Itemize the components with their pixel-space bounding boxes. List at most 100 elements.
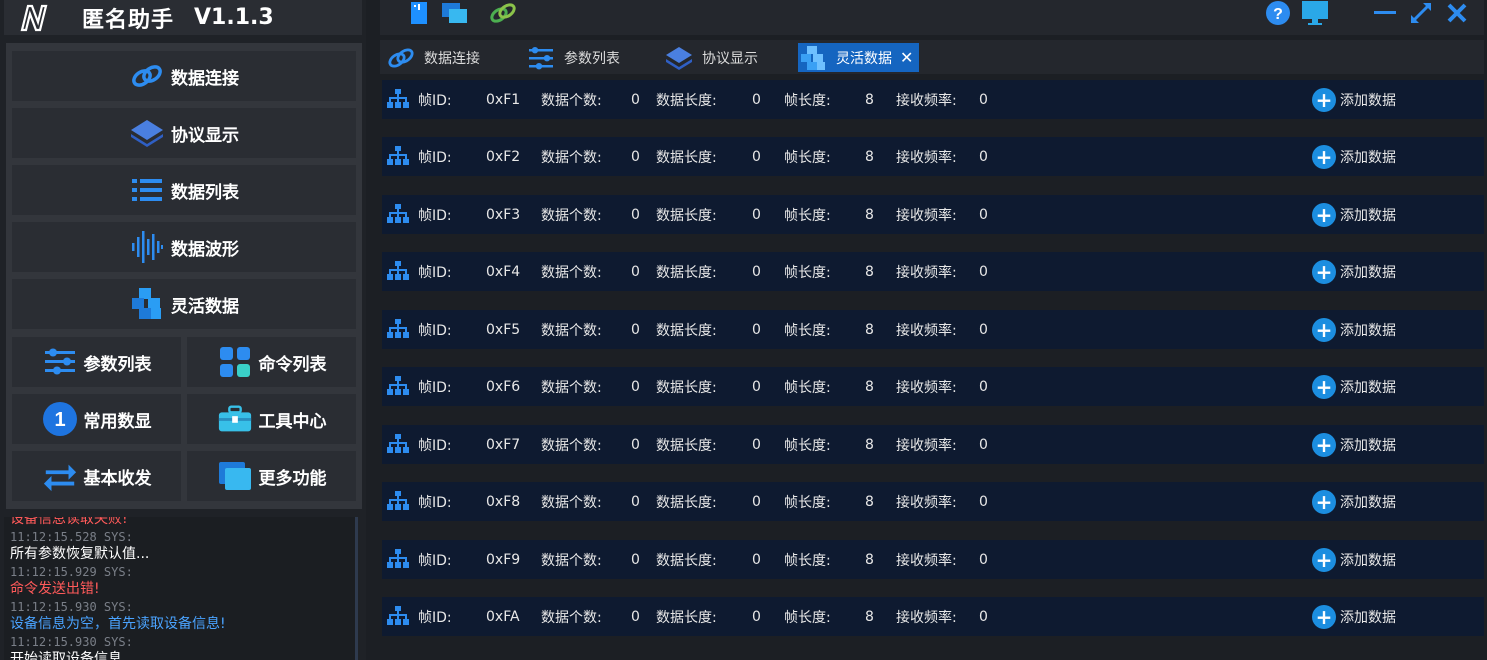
recv-freq-label: 接收频率:	[896, 494, 957, 511]
link-icon[interactable]	[488, 0, 518, 26]
data-count-value: 0	[631, 321, 640, 338]
sitemap-icon	[386, 433, 410, 455]
add-data-label: 添加数据	[1340, 208, 1396, 224]
data-length-label: 数据长度:	[656, 609, 717, 626]
menu-label: 协议显示	[171, 125, 239, 146]
plus-icon: +	[1312, 318, 1336, 342]
log-console[interactable]: 设备信息读取失败! 11:12:15.528 SYS: 所有参数恢复默认值... 11…	[4, 517, 358, 660]
menu-common-display-button[interactable]: 1 常用数显	[12, 394, 181, 444]
menu-command-list-button[interactable]: 命令列表	[187, 337, 356, 387]
data-length-label: 数据长度:	[656, 494, 717, 511]
top-toolbar: ?	[380, 0, 1484, 35]
menu-basic-transceive-button[interactable]: 基本收发	[12, 451, 181, 501]
menu-data-waveform-button[interactable]: 数据波形	[12, 222, 356, 272]
add-data-label: 添加数据	[1340, 438, 1396, 454]
menu-label: 数据波形	[171, 239, 239, 260]
frame-id-label: 帧ID:	[418, 264, 452, 281]
log-timestamp: 11:12:15.929 SYS:	[10, 564, 133, 579]
frame-length-value: 8	[865, 436, 874, 453]
frame-id-label: 帧ID:	[418, 149, 452, 166]
plus-icon: +	[1312, 260, 1336, 284]
data-count-label: 数据个数:	[541, 207, 602, 224]
layers-icon	[129, 115, 165, 151]
recv-freq-value: 0	[979, 321, 988, 338]
tab-protocol-display[interactable]: 协议显示	[664, 43, 758, 72]
frame-row: 帧ID: 0xF4 数据个数: 0 数据长度: 0 帧长度: 8 接收频率: 0 + 添加数据	[382, 252, 1484, 291]
windows-icon[interactable]	[440, 0, 470, 26]
menu-data-connect-button[interactable]: 数据连接	[12, 51, 356, 101]
menu-data-list-button[interactable]: 数据列表	[12, 165, 356, 215]
plus-icon: +	[1312, 490, 1336, 514]
frame-id-value: 0xF9	[486, 551, 521, 568]
add-data-button[interactable]: + 添加数据	[1312, 489, 1396, 515]
frame-length-label: 帧长度:	[784, 552, 831, 569]
menu-protocol-display-button[interactable]: 协议显示	[12, 108, 356, 158]
menu-label: 数据列表	[171, 182, 239, 203]
svg-text:1: 1	[54, 409, 65, 431]
add-data-label: 添加数据	[1340, 610, 1396, 626]
recv-freq-value: 0	[979, 148, 988, 165]
sliders-icon	[42, 344, 78, 380]
plus-icon: +	[1312, 605, 1336, 629]
frame-id-value: 0xF3	[486, 206, 521, 223]
cubes-icon	[129, 286, 165, 322]
add-data-button[interactable]: + 添加数据	[1312, 317, 1396, 343]
data-count-label: 数据个数:	[541, 609, 602, 626]
main-area: ? 数据连接 参数列表 协议显示 灵活数据 ✕ 帧ID: 0xF1 数据个数: …	[366, 0, 1487, 660]
tab-bar: 数据连接 参数列表 协议显示 灵活数据 ✕	[380, 40, 1484, 74]
sitemap-icon	[386, 548, 410, 570]
frame-length-label: 帧长度:	[784, 494, 831, 511]
frame-id-value: 0xFA	[486, 608, 520, 625]
data-count-value: 0	[631, 263, 640, 280]
data-length-value: 0	[752, 263, 761, 280]
menu-flexible-data-button[interactable]: 灵活数据	[12, 279, 356, 329]
frame-length-value: 8	[865, 263, 874, 280]
data-count-label: 数据个数:	[541, 379, 602, 396]
menu-param-list-button[interactable]: 参数列表	[12, 337, 181, 387]
add-data-label: 添加数据	[1340, 323, 1396, 339]
toolbox-icon	[217, 401, 253, 437]
minimize-icon[interactable]	[1370, 0, 1400, 26]
close-icon[interactable]	[1442, 0, 1472, 26]
add-data-button[interactable]: + 添加数据	[1312, 604, 1396, 630]
frame-row: 帧ID: 0xF6 数据个数: 0 数据长度: 0 帧长度: 8 接收频率: 0 + 添加数据	[382, 367, 1484, 406]
device-icon[interactable]	[404, 0, 434, 26]
menu-more-features-button[interactable]: 更多功能	[187, 451, 356, 501]
data-length-label: 数据长度:	[656, 552, 717, 569]
frame-id-value: 0xF8	[486, 493, 521, 510]
recv-freq-value: 0	[979, 436, 988, 453]
data-count-label: 数据个数:	[541, 552, 602, 569]
monitor-icon[interactable]	[1300, 0, 1330, 26]
tab-close-icon[interactable]: ✕	[900, 48, 913, 67]
frame-row: 帧ID: 0xF7 数据个数: 0 数据长度: 0 帧长度: 8 接收频率: 0 + 添加数据	[382, 425, 1484, 464]
help-icon[interactable]: ?	[1263, 0, 1293, 26]
recv-freq-value: 0	[979, 91, 988, 108]
menu-label: 常用数显	[83, 411, 152, 432]
sitemap-icon	[386, 490, 410, 512]
data-length-value: 0	[752, 378, 761, 395]
layers-icon	[664, 45, 694, 71]
data-count-value: 0	[631, 493, 640, 510]
add-data-button[interactable]: + 添加数据	[1312, 374, 1396, 400]
menu-tool-center-button[interactable]: 工具中心	[187, 394, 356, 444]
data-count-value: 0	[631, 608, 640, 625]
tab-data-connect[interactable]: 数据连接	[386, 43, 480, 72]
maximize-icon[interactable]	[1406, 0, 1436, 26]
add-data-button[interactable]: + 添加数据	[1312, 547, 1396, 573]
recv-freq-label: 接收频率:	[896, 552, 957, 569]
number-one-icon: 1	[42, 401, 78, 437]
add-data-button[interactable]: + 添加数据	[1312, 87, 1396, 113]
link-icon	[386, 45, 416, 71]
add-data-button[interactable]: + 添加数据	[1312, 202, 1396, 228]
add-data-button[interactable]: + 添加数据	[1312, 259, 1396, 285]
frame-length-label: 帧长度:	[784, 437, 831, 454]
frame-length-label: 帧长度:	[784, 379, 831, 396]
frame-length-value: 8	[865, 206, 874, 223]
add-data-button[interactable]: + 添加数据	[1312, 144, 1396, 170]
app-name: 匿名助手	[82, 7, 175, 33]
app-logo	[18, 3, 58, 33]
frame-length-value: 8	[865, 551, 874, 568]
add-data-button[interactable]: + 添加数据	[1312, 432, 1396, 458]
tab-param-list[interactable]: 参数列表	[526, 43, 620, 72]
tab-flexible-data[interactable]: 灵活数据 ✕	[798, 43, 920, 72]
